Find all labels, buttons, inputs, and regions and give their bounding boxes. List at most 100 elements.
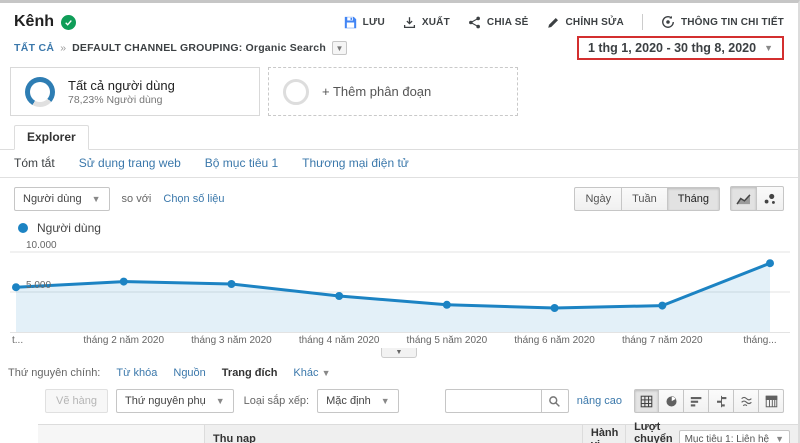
chevron-down-icon: ▼ [321,368,331,378]
segment-card-all-users[interactable]: Tất cả người dùng 78,23% Người dùng [10,67,260,116]
plot-rows-button[interactable]: Vẽ hàng [45,389,108,413]
toolbar-separator [641,14,643,30]
subtab-summary[interactable]: Tóm tắt [14,156,55,170]
dimension-source-link[interactable]: Nguồn [173,367,205,379]
table-view-button[interactable] [634,389,659,413]
subtab-bar: Tóm tắt Sử dụng trang web Bộ mục tiêu 1 … [0,150,798,178]
comparison-view-button[interactable] [709,389,734,413]
save-label: LƯU [362,16,385,28]
chevron-down-icon: ▼ [215,396,225,406]
save-button[interactable]: LƯU [344,16,385,29]
edit-button[interactable]: CHỈNH SỬA [547,16,624,29]
percentage-view-button[interactable] [659,389,684,413]
x-axis-tick-label: tháng 5 năm 2020 [406,335,488,346]
subtab-ecommerce[interactable]: Thương mại điện tử [302,156,409,170]
table-view-toggle [634,389,784,413]
chart-collapse-button[interactable]: ▼ [381,348,417,358]
data-table-header: Thu nạp Hành vi Lượt chuyển đổi Mục tiêu… [38,421,798,443]
secondary-dimension-dropdown[interactable]: Thứ nguyên phụ ▼ [115,389,234,413]
primary-dimension-label: Thứ nguyên chính: [8,367,101,379]
report-toolbar: LƯU XUẤT CHIA SẺ CHỈNH SỬA THÔNG TIN CHI… [344,14,784,30]
motion-chart-icon [763,193,777,205]
metric-dropdown-value: Người dùng [23,192,82,205]
x-axis-tick-label: tháng 6 năm 2020 [514,335,595,346]
dimension-landing-page-link[interactable]: Trang đích [222,367,278,379]
export-button[interactable]: XUẤT [403,16,450,29]
x-axis-tick-label: t... [12,335,24,346]
performance-view-icon [690,395,703,408]
y-axis-tick-label: 5.000 [26,280,52,291]
series-dot-icon [18,223,28,233]
verified-check-icon [61,14,76,30]
comparison-view-icon [715,395,728,408]
save-icon [344,16,357,29]
title-bar: Kênh LƯU XUẤT CHIA SẺ CHỈNH SỬA THÔNG TI… [0,3,798,31]
subtab-site-usage[interactable]: Sử dụng trang web [79,156,181,170]
chart-legend: Người dùng [18,221,798,235]
motion-chart-button[interactable] [757,186,784,211]
chart-canvas [10,251,790,333]
performance-view-button[interactable] [684,389,709,413]
breadcrumb-grouping: DEFAULT CHANNEL GROUPING: Organic Search [72,42,326,54]
report-title: Kênh [14,13,54,30]
insights-button[interactable]: THÔNG TIN CHI TIẾT [661,15,784,29]
dimension-other-link[interactable]: Khác ▼ [293,367,330,379]
percentage-view-icon [665,395,678,408]
segments-row: Tất cả người dùng 78,23% Người dùng + Th… [10,67,788,116]
table-controls-row: Vẽ hàng Thứ nguyên phụ ▼ Loại sắp xếp: M… [45,389,784,413]
breadcrumb: TẤT CẢ » DEFAULT CHANNEL GROUPING: Organ… [14,41,347,55]
granularity-day-button[interactable]: Ngày [574,186,623,211]
dimension-keyword-link[interactable]: Từ khóa [116,367,157,379]
breadcrumb-dropdown-button[interactable]: ▼ [331,41,347,55]
search-input[interactable] [444,389,541,413]
tab-explorer[interactable]: Explorer [14,125,89,150]
x-axis-tick-label: tháng 2 năm 2020 [83,335,165,346]
edit-icon [547,16,560,29]
granularity-month-button[interactable]: Tháng [667,186,720,211]
goal-selector-dropdown[interactable]: Mục tiêu 1: Liên hệ ▼ [678,429,790,443]
breadcrumb-all-link[interactable]: TẤT CẢ [14,42,54,54]
export-icon [403,16,416,29]
add-segment-label: + Thêm phân đoạn [322,84,432,99]
search-button[interactable] [540,389,569,413]
primary-dimension-bar: Thứ nguyên chính: Từ khóa Nguồn Trang đí… [8,367,798,379]
line-chart-icon [736,193,751,205]
edit-label: CHỈNH SỬA [565,16,624,28]
x-axis-tick-label: tháng 7 năm 2020 [621,335,703,346]
legend-series-label: Người dùng [37,221,101,235]
x-axis-tick-label: tháng 4 năm 2020 [298,335,380,346]
share-button[interactable]: CHIA SẺ [468,16,529,29]
term-cloud-view-icon [740,395,753,408]
metric-dropdown[interactable]: Người dùng ▼ [14,186,110,211]
chevron-down-icon: ▼ [775,434,784,443]
segment-title: Tất cả người dùng [68,77,175,93]
segment-donut-icon [25,76,55,107]
conversions-column-header: Lượt chuyển đổi Mục tiêu 1: Liên hệ ▼ [626,421,798,443]
table-view-icon [640,395,653,408]
line-chart-button[interactable] [730,186,757,211]
subtab-goal-set-1[interactable]: Bộ mục tiêu 1 [205,156,278,170]
y-axis-tick-label: 10.000 [26,240,57,251]
insights-icon [661,15,675,29]
advanced-search-link[interactable]: nâng cao [577,395,622,407]
date-range-label: 1 thg 1, 2020 - 30 thg 8, 2020 [587,41,757,55]
x-axis-tick-label: tháng 3 năm 2020 [191,335,272,346]
chart-type-buttons [730,186,784,211]
sort-type-dropdown[interactable]: Mặc định ▼ [317,389,399,413]
breadcrumb-row: TẤT CẢ » DEFAULT CHANNEL GROUPING: Organ… [0,31,798,62]
timeseries-chart[interactable]: 5.000 10.000 t... tháng 2 năm 2020 tháng 3 n… [0,240,798,347]
add-segment-button[interactable]: + Thêm phân đoạn [268,67,518,116]
chevron-down-icon: ▼ [380,396,390,406]
term-cloud-view-button[interactable] [734,389,759,413]
metric-bar: Người dùng ▼ so với Chọn số liệu Ngày Tu… [14,186,784,211]
choose-metric-link[interactable]: Chọn số liệu [163,193,224,205]
granularity-week-button[interactable]: Tuần [622,186,668,211]
date-range-selector[interactable]: 1 thg 1, 2020 - 30 thg 8, 2020 ▼ [576,36,784,60]
behavior-column-header: Hành vi [583,425,627,443]
pivot-view-button[interactable] [759,389,784,413]
page-title: Kênh [14,13,76,31]
tab-strip: Explorer [0,124,798,150]
breadcrumb-separator: » [60,42,67,54]
chevron-down-icon: ▼ [91,193,101,204]
sort-type-label: Loại sắp xếp: [243,395,310,407]
